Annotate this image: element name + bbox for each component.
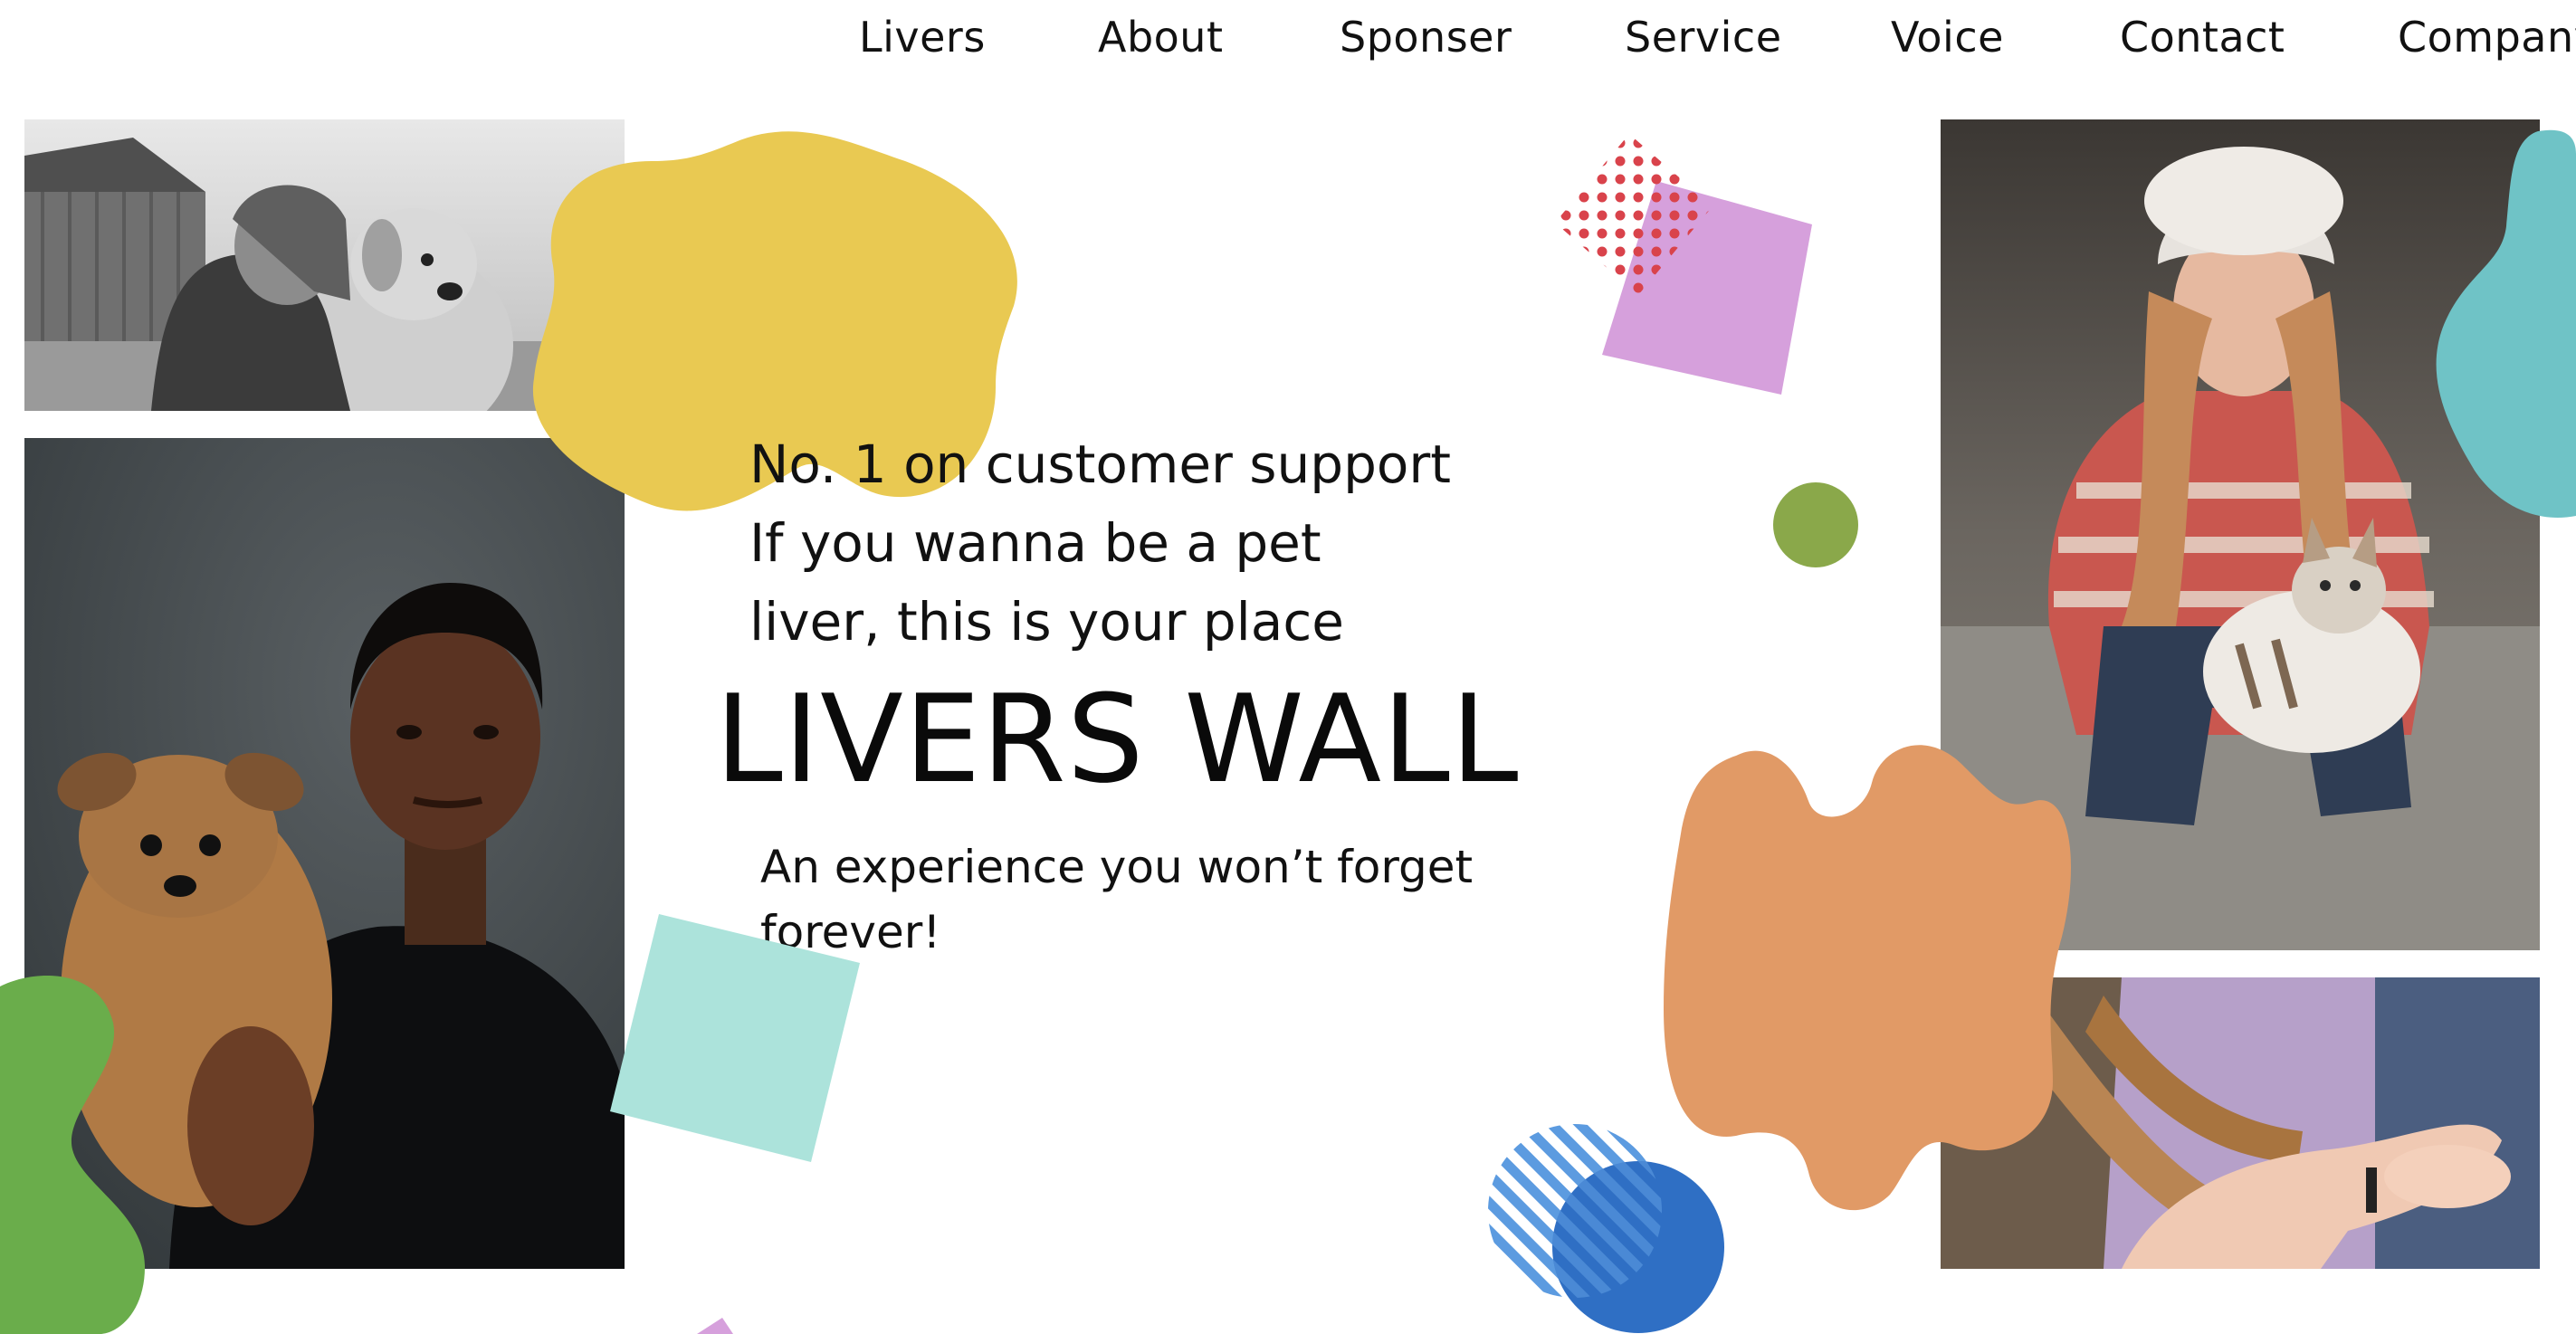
purple-square-dots-shape [1557,134,1812,395]
hero-subtitle: An experience you won’t forget forever! [760,834,1473,965]
nav-link-voice[interactable]: Voice [1891,13,2004,62]
nav-link-service[interactable]: Service [1625,13,1782,62]
nav-link-sponser[interactable]: Sponser [1340,13,1512,62]
blue-circles-shape [1488,1124,1724,1333]
green-blob-shape [0,976,145,1334]
nav-link-company[interactable]: Company [2398,13,2576,62]
purple-tip-shape [697,1318,733,1334]
hero-tagline-line-1: No. 1 on customer support [749,434,1451,495]
hero-tagline-line-3: liver, this is your place [749,591,1344,653]
hero-title: LIVERS WALL [715,669,1520,810]
nav-link-livers[interactable]: Livers [859,13,986,62]
hero-subtitle-line-2: forever! [760,906,941,958]
teal-blob-shape [2436,129,2576,518]
olive-dot-shape [1773,482,1858,567]
top-navigation: Livers About Sponser Service Voice Conta… [0,0,2576,81]
nav-link-contact[interactable]: Contact [2120,13,2285,62]
hero-tagline-line-2: If you wanna be a pet [749,512,1321,574]
mint-square-shape [610,914,860,1162]
hero-subtitle-line-1: An experience you won’t forget [760,841,1474,893]
nav-link-about[interactable]: About [1098,13,1224,62]
hero-tagline: No. 1 on customer support If you wanna b… [749,425,1451,662]
